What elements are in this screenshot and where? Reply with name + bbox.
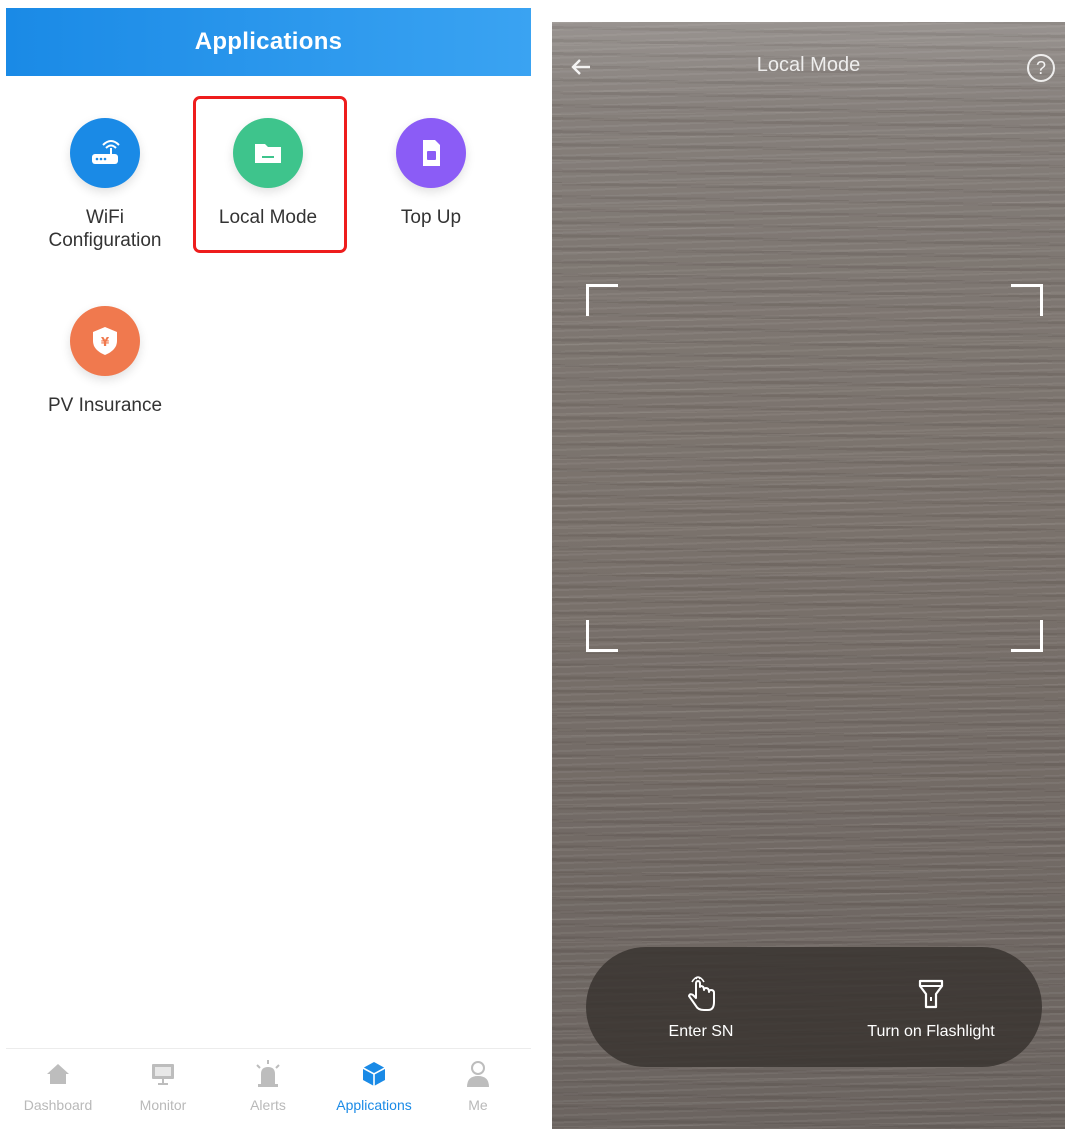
enter-sn-label: Enter SN <box>668 1023 734 1040</box>
camera-action-bar: Enter SN Turn on Flashlight <box>586 947 1042 1067</box>
scan-frame-corner <box>586 620 618 652</box>
tab-label: Applications <box>336 1097 412 1113</box>
cube-icon <box>324 1057 424 1091</box>
tab-alerts[interactable]: Alerts <box>218 1057 318 1113</box>
help-icon[interactable]: ? <box>1027 54 1055 82</box>
camera-title: Local Mode <box>756 54 861 76</box>
user-icon <box>428 1057 528 1091</box>
scan-frame-corner <box>1011 620 1043 652</box>
app-label: WiFi Configuration <box>48 207 162 251</box>
highlight-box <box>193 96 347 253</box>
flashlight-label: Turn on Flashlight <box>867 1023 995 1040</box>
camera-scan-screen: Local Mode ? Enter SN Turn on Flashlight <box>552 22 1065 1129</box>
svg-text:¥: ¥ <box>101 335 110 349</box>
flashlight-button[interactable]: Turn on Flashlight <box>841 971 1021 1041</box>
tab-label: Monitor <box>139 1097 187 1113</box>
sim-card-icon <box>396 118 466 188</box>
tap-hand-icon <box>636 971 766 1015</box>
tab-dashboard[interactable]: Dashboard <box>8 1057 108 1113</box>
shield-yen-icon: ¥ <box>70 306 140 376</box>
tab-me[interactable]: Me <box>428 1057 528 1113</box>
app-top-up[interactable]: Top Up <box>346 118 516 229</box>
tab-applications[interactable]: Applications <box>324 1057 424 1113</box>
app-pv-insurance[interactable]: ¥ PV Insurance <box>20 306 190 417</box>
app-label: Top Up <box>400 207 462 228</box>
tab-label: Me <box>468 1097 488 1113</box>
flashlight-icon <box>841 971 1021 1015</box>
home-icon <box>8 1057 108 1091</box>
tab-monitor[interactable]: Monitor <box>113 1057 213 1113</box>
header-bar: Applications <box>6 8 531 76</box>
app-label: PV Insurance <box>47 395 163 416</box>
bottom-tab-bar: Dashboard Monitor Alerts Applications Me <box>6 1048 531 1123</box>
page-title: Applications <box>194 28 343 55</box>
scan-frame-corner <box>586 284 618 316</box>
scan-frame-corner <box>1011 284 1043 316</box>
tab-label: Alerts <box>250 1097 286 1113</box>
router-icon <box>70 118 140 188</box>
enter-sn-button[interactable]: Enter SN <box>636 971 766 1041</box>
applications-screen: Applications WiFi Configuration Local Mo… <box>6 8 531 1123</box>
alarm-icon <box>218 1057 318 1091</box>
app-wifi-configuration[interactable]: WiFi Configuration <box>20 118 190 252</box>
monitor-icon <box>113 1057 213 1091</box>
tab-label: Dashboard <box>23 1097 93 1113</box>
